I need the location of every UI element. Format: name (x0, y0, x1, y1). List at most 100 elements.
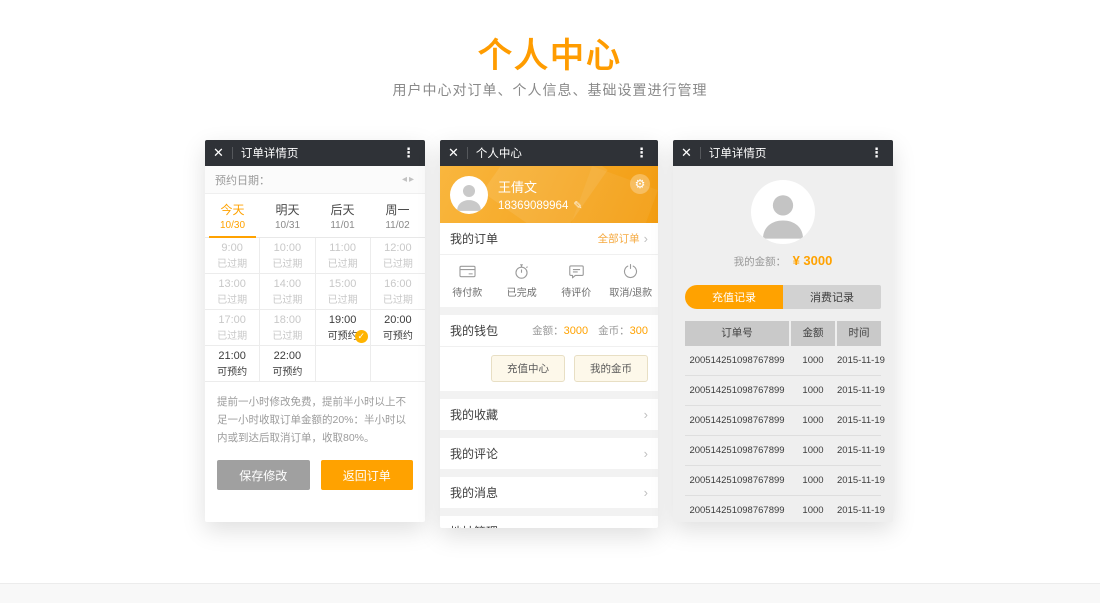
time-slot-time: 19:00 (329, 314, 357, 326)
records-table: 订单号金额时间 20051425109876789910002015-11-19… (685, 321, 881, 522)
time-slot[interactable]: 20:00可预约 (371, 310, 425, 345)
table-cell: 2015-11-19 (837, 355, 885, 366)
refund-icon (604, 262, 659, 281)
my-orders-header: 我的订单 全部订单 › (440, 223, 658, 255)
back-to-order-button[interactable]: 返回订单 (321, 460, 414, 490)
table-cell: 200514251098767899 (685, 415, 789, 426)
table-cell: 200514251098767899 (685, 445, 789, 456)
close-icon[interactable]: ✕ (681, 145, 692, 161)
table-cell: 2015-11-19 (837, 415, 885, 426)
phone-order-records-screen: ✕ 订单详情页 ⋮ 我的金额： ¥ 3000 充值记录 消费记录 订单号金额时间… (673, 140, 893, 522)
order-type-待评价[interactable]: 待评价 (549, 262, 604, 299)
page-title: 个人中心 (0, 28, 1100, 77)
avatar (751, 180, 815, 244)
date-tab[interactable]: 今天10/30 (205, 194, 260, 237)
save-changes-button[interactable]: 保存修改 (217, 460, 310, 490)
time-slot: 17:00已过期 (205, 310, 259, 345)
time-slot[interactable]: 19:00可预约✓ (316, 310, 370, 345)
date-tab-day: 周一 (370, 201, 425, 218)
order-type-已完成[interactable]: 已完成 (495, 262, 550, 299)
screen-title: 个人中心 (476, 145, 633, 161)
menu-item-我的收藏[interactable]: 我的收藏› (440, 399, 658, 430)
time-slot: 13:00已过期 (205, 274, 259, 309)
order-type-待付款[interactable]: 待付款 (440, 262, 495, 299)
time-slot-time: 22:00 (274, 350, 302, 362)
record-tabs: 充值记录 消费记录 (685, 285, 881, 309)
profile-banner: 王倩文 18369089964✎ ⚙ (440, 166, 658, 223)
records-table-body: 20051425109876789910002015-11-1920051425… (685, 346, 881, 522)
screen-title: 订单详情页 (709, 145, 868, 161)
balance-label: 金额： (532, 323, 564, 338)
date-tab-date: 11/01 (315, 220, 370, 231)
order-type-label: 待付款 (440, 284, 495, 299)
table-row: 20051425109876789910002015-11-19 (685, 466, 881, 496)
close-icon[interactable]: ✕ (448, 145, 459, 161)
menu-item-地址管理[interactable]: 地址管理› (440, 516, 658, 528)
time-slot-grid: 9:00已过期10:00已过期11:00已过期12:00已过期13:00已过期1… (205, 238, 425, 382)
chevron-right-icon: › (644, 446, 648, 461)
user-phone: 18369089964 ✎ (498, 199, 583, 212)
screen-title: 订单详情页 (241, 145, 400, 161)
settings-gear-icon[interactable]: ⚙ (630, 174, 650, 194)
table-cell: 2015-11-19 (837, 385, 885, 396)
prev-arrow-icon[interactable]: ◂ (401, 174, 408, 185)
table-cell: 1000 (791, 505, 835, 516)
table-cell: 200514251098767899 (685, 385, 789, 396)
records-table-header: 订单号金额时间 (685, 321, 881, 346)
balance-value: 3000 (564, 325, 588, 337)
order-type-label: 待评价 (549, 284, 604, 299)
table-cell: 200514251098767899 (685, 475, 789, 486)
my-balance-line: 我的金额： ¥ 3000 (673, 252, 893, 270)
avatar (450, 176, 488, 214)
edit-icon[interactable]: ✎ (573, 200, 582, 212)
coin-label: 金币： (598, 323, 630, 338)
column-header: 订单号 (685, 321, 789, 346)
time-slot-time: 21:00 (218, 350, 246, 362)
my-balance-value: ¥ 3000 (793, 253, 833, 268)
order-type-label: 已完成 (495, 284, 550, 299)
time-slot-time: 16:00 (384, 278, 412, 290)
more-menu-icon[interactable]: ⋮ (633, 145, 650, 161)
app-header: ✕ 订单详情页 ⋮ (205, 140, 425, 166)
next-arrow-icon[interactable]: ▸ (408, 174, 415, 185)
time-slot-time: 9:00 (221, 242, 242, 254)
table-cell: 200514251098767899 (685, 505, 789, 516)
more-menu-icon[interactable]: ⋮ (868, 145, 885, 161)
order-type-取消/退款[interactable]: 取消/退款 (604, 262, 659, 299)
time-slot[interactable]: 21:00可预约 (205, 346, 259, 381)
close-icon[interactable]: ✕ (213, 145, 224, 161)
my-coins-button[interactable]: 我的金币 (574, 355, 648, 382)
chevron-right-icon: › (644, 407, 648, 422)
time-slot-status: 可预约 (217, 363, 247, 378)
menu-item-label: 我的评论 (450, 445, 644, 462)
tab-consume-records[interactable]: 消费记录 (783, 285, 881, 309)
header-divider (467, 147, 468, 159)
user-phone-number: 18369089964 (498, 200, 568, 212)
order-type-shortcuts: 待付款已完成待评价取消/退款 (440, 255, 658, 307)
time-slot-status: 已过期 (272, 291, 302, 306)
chevron-right-icon[interactable]: › (644, 231, 648, 246)
menu-item-我的评论[interactable]: 我的评论› (440, 438, 658, 469)
date-tab-day: 后天 (315, 201, 370, 218)
all-orders-link[interactable]: 全部订单 (598, 231, 640, 246)
time-slot-status: 可预约 (272, 363, 302, 378)
date-tab[interactable]: 后天 11/01 (315, 194, 370, 237)
time-slot-time: 10:00 (274, 242, 302, 254)
time-slot-status: 已过期 (383, 255, 413, 270)
time-slot: 10:00已过期 (260, 238, 314, 273)
tab-recharge-records[interactable]: 充值记录 (685, 285, 783, 309)
card-icon (440, 262, 495, 281)
table-cell: 2015-11-19 (837, 505, 885, 516)
time-slot: 18:00已过期 (260, 310, 314, 345)
menu-item-label: 我的消息 (450, 484, 644, 501)
more-menu-icon[interactable]: ⋮ (400, 145, 417, 161)
time-slot[interactable]: 22:00可预约 (260, 346, 314, 381)
menu-item-我的消息[interactable]: 我的消息› (440, 477, 658, 508)
time-slot-time: 17:00 (218, 314, 246, 326)
time-slot-time: 11:00 (329, 242, 356, 254)
date-tab[interactable]: 周一11/02 (370, 194, 425, 237)
recharge-center-button[interactable]: 充值中心 (491, 355, 565, 382)
profile-info: 王倩文 18369089964✎ (498, 177, 583, 212)
table-cell: 1000 (791, 415, 835, 426)
date-tab[interactable]: 明天10/31 (260, 194, 315, 237)
